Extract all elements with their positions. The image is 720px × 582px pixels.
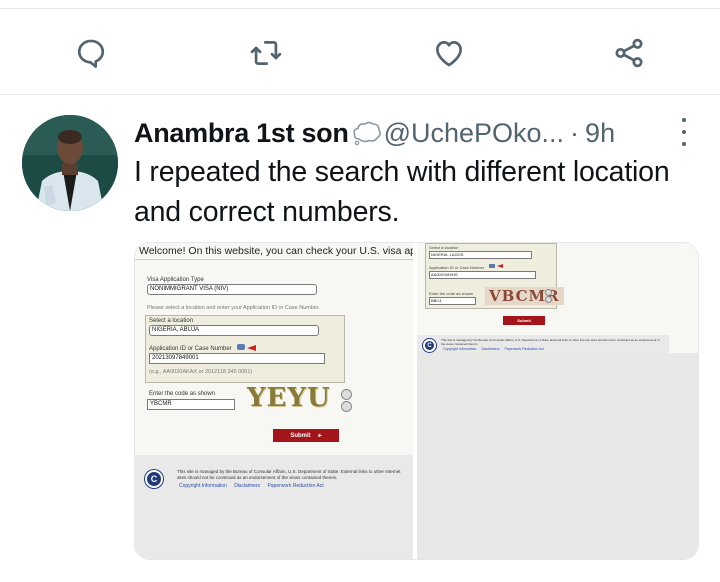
location-label-2: Select a location [429,245,459,250]
footer-text-2: This site is managed by the Bureau of Co… [441,338,660,346]
author-name[interactable]: Anambra 1st son [134,118,349,149]
app-id-label-2: Application ID or Case Number [429,265,485,270]
footer-link-paperwork-2[interactable]: Paperwork Reduction Act [505,347,544,351]
author-handle[interactable]: @UchePOko... [384,118,564,149]
share-button[interactable] [606,30,652,76]
like-button[interactable] [426,30,472,76]
submit-label-2: Submit [517,318,531,323]
retweet-button[interactable] [243,30,289,76]
visa-type-select[interactable]: NONIMMIGRANT VISA (NIV) [147,284,317,295]
help-icon-2[interactable] [489,264,495,268]
more-dot-icon [682,118,686,122]
reply-button[interactable] [68,30,114,76]
location-select[interactable]: NIGERIA, ABUJA [149,325,319,336]
tweet-text: I repeated the search with different loc… [134,156,670,228]
footer-links-2: Copyright Information Disclaimers Paperw… [443,347,544,351]
welcome-text: Welcome! On this website, you can check … [139,245,432,257]
more-dot-icon [682,142,686,146]
visa-type-label: Visa Application Type [147,277,204,283]
tweet-media: Welcome! On this website, you can check … [134,242,699,560]
app-id-input[interactable]: 20213097849001 [149,353,325,364]
blank-area [417,353,698,559]
footer-link-disclaimers-2[interactable]: Disclaimers [481,347,499,351]
separator: · [570,117,580,148]
captcha-audio-icon-2[interactable] [545,296,552,303]
footer-link-disclaimers[interactable]: Disclaimers [234,483,260,489]
footer-link-copyright-2[interactable]: Copyright Information [443,347,476,351]
captcha-audio-icon[interactable] [341,401,352,412]
tweet-divider [0,94,720,95]
captcha-input[interactable]: YBCMR [147,399,235,410]
top-divider [0,8,720,9]
tweet-header: Anambra 1st son @UchePOko... · 9h [134,113,615,153]
footer-text: This site is managed by the Bureau of Co… [177,469,401,480]
captcha-input-2[interactable]: BBC4 [429,297,476,305]
captcha-label-2: Enter the code as shown [429,291,474,296]
header-rule [135,259,413,260]
captcha-refresh-icon-2[interactable] [545,289,552,296]
instruction-text: Please select a location and enter your … [147,305,321,311]
seal-icon-2: C [423,339,436,352]
location-select-2[interactable]: NIGERIA, LAGOS [429,251,532,259]
tweet-action-bar [0,30,720,76]
seal-icon: C [145,470,163,488]
thought-bubble-icon [352,121,381,146]
captcha-image-2: VBCMR [485,287,564,305]
more-options-button[interactable] [676,118,692,146]
like-icon [436,41,462,67]
location-label: Select a location [149,318,194,324]
captcha-image: YEYU [247,383,331,413]
help-icon[interactable] [237,344,245,350]
footer-links: Copyright Information Disclaimers Paperw… [179,483,324,489]
submit-label: Submit [290,432,311,439]
captcha-refresh-icon[interactable] [341,389,352,400]
submit-arrow-icon: ▸ [318,433,322,439]
captcha-label: Enter the code as shown [149,391,216,397]
reply-icon [77,39,105,68]
media-image-2[interactable]: Select a location NIGERIA, LAGOS Applica… [417,243,698,559]
red-arrow-icon-2 [497,264,503,268]
footer-link-paperwork[interactable]: Paperwork Reduction Act [267,483,323,489]
avatar[interactable] [22,115,118,211]
submit-button[interactable]: Submit ▸ [273,429,339,442]
avatar-image [22,115,118,211]
timestamp[interactable]: 9h [585,118,615,149]
app-id-input-2[interactable]: AA00G1MXHS [429,271,536,279]
submit-button-2[interactable]: Submit [503,316,545,325]
app-id-hint: (e.g., AA0020AKAX or 2012118 345 0001) [149,369,253,375]
more-dot-icon [682,130,686,134]
app-id-label: Application ID or Case Number [149,346,232,352]
media-image-1[interactable]: Welcome! On this website, you can check … [135,243,432,559]
footer-link-copyright[interactable]: Copyright Information [179,483,227,489]
retweet-icon [250,41,282,65]
share-icon [615,38,643,68]
red-arrow-icon [247,345,256,351]
